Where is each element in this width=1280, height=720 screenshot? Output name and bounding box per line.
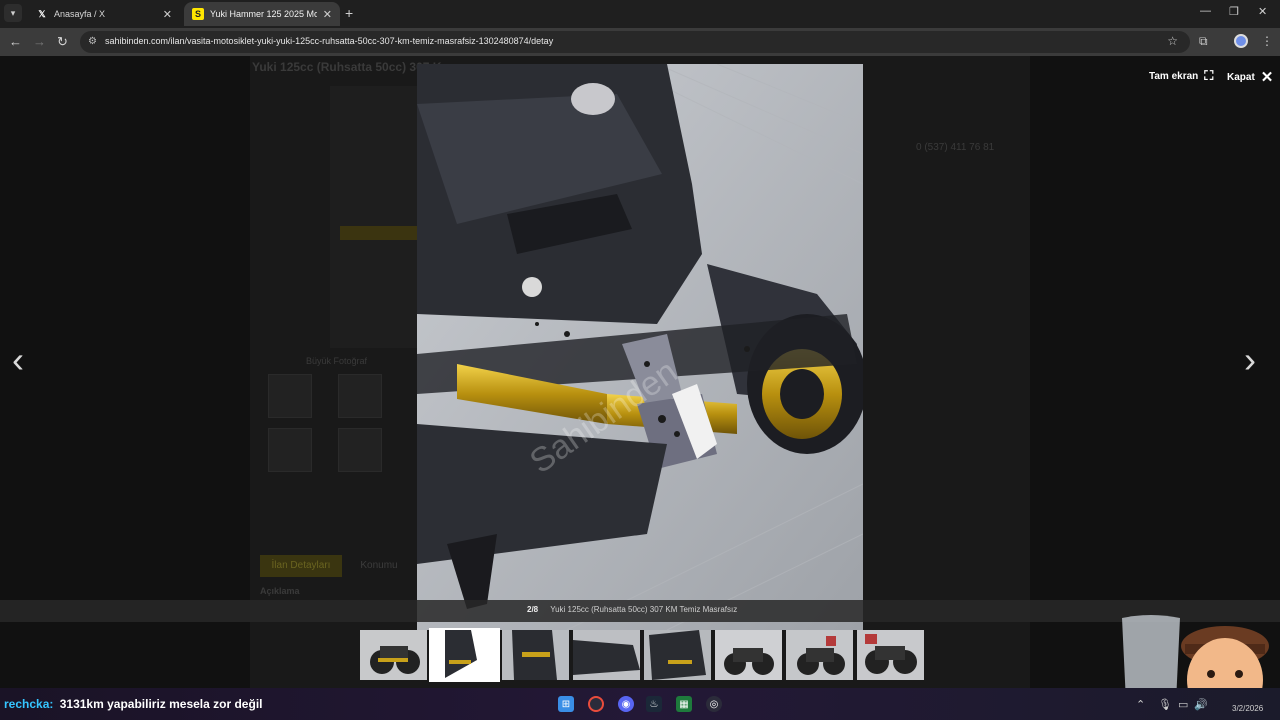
tab-twitter[interactable]: 𝕏 Anasayfa / X ✕ <box>28 2 180 26</box>
microphone-icon[interactable]: 🎙 <box>1158 698 1172 711</box>
sahibinden-logo-icon: S <box>192 8 204 20</box>
menu-icon[interactable]: ⋮ <box>1261 34 1273 48</box>
bookmark-star-icon[interactable]: ☆ <box>1167 34 1178 48</box>
chat-message: rechcka: 3131km yapabiliriz mesela zor d… <box>4 697 262 711</box>
close-icon: ✕ <box>1260 69 1274 86</box>
chrome-profile-icon[interactable]: ◎ <box>706 696 722 712</box>
tab-search-icon[interactable]: ▾ <box>4 4 22 22</box>
streamer-avatar <box>1181 626 1269 688</box>
glass-overlay-image <box>1122 615 1180 688</box>
site-info-icon[interactable]: ⚙ <box>88 36 100 48</box>
minimize-icon[interactable]: — <box>1200 5 1211 17</box>
start-menu-icon[interactable]: ⊞ <box>558 696 574 712</box>
photo-caption-text: Yuki 125cc (Ruhsatta 50cc) 307 KM Temiz … <box>550 605 738 614</box>
thumbnail[interactable] <box>360 630 427 680</box>
listing-thumbnail[interactable] <box>338 374 382 418</box>
page-viewport: Yuki 125cc (Ruhsatta 50cc) 307 Km... Büy… <box>0 56 1280 688</box>
tab-location[interactable]: Konumu <box>348 555 410 577</box>
browser-toolbar: ← → ↻ ⚙ sahibinden.com/ilan/vasita-motos… <box>0 28 1280 56</box>
back-icon[interactable]: ← <box>9 34 22 49</box>
excel-icon[interactable]: ▦ <box>676 696 692 712</box>
url-text: sahibinden.com/ilan/vasita-motosiklet-yu… <box>105 36 554 46</box>
restore-icon[interactable]: ❐ <box>1229 5 1239 18</box>
taskbar-date: 3/2/2026 <box>1232 704 1264 713</box>
browser-tab-bar: ▾ 𝕏 Anasayfa / X ✕ S Yuki Hammer 125 202… <box>0 0 1280 28</box>
listing-thumbnail[interactable] <box>268 428 312 472</box>
tray-expand-icon[interactable]: ⌃ <box>1136 698 1145 711</box>
next-photo-icon[interactable]: › <box>1244 339 1256 381</box>
description-heading: Açıklama <box>260 586 300 596</box>
chrome-icon[interactable] <box>588 696 604 712</box>
address-bar[interactable]: ⚙ sahibinden.com/ilan/vasita-motosiklet-… <box>80 31 1190 53</box>
motorcycle-photo-image: Sahibinden <box>417 64 863 630</box>
listing-main-photo <box>330 86 420 348</box>
close-label: Kapat <box>1227 71 1255 83</box>
reload-icon[interactable]: ↻ <box>57 34 68 50</box>
close-tab-icon[interactable]: ✕ <box>163 8 172 21</box>
close-lightbox-button[interactable]: Kapat ✕ <box>1227 68 1273 86</box>
listing-thumbnail[interactable] <box>268 374 312 418</box>
thumbnail-active[interactable] <box>429 628 500 682</box>
forward-icon[interactable]: → <box>33 34 46 49</box>
big-photo-link[interactable]: Büyük Fotoğraf <box>306 356 367 366</box>
thumbnail[interactable] <box>502 630 569 680</box>
thumbnail[interactable] <box>573 630 640 680</box>
fullscreen-icon: ⛶ <box>1204 68 1214 83</box>
thumbnail[interactable] <box>715 630 782 680</box>
thumbnail[interactable] <box>786 630 853 680</box>
display-icon[interactable]: ▭ <box>1178 698 1188 711</box>
new-tab-button[interactable]: + <box>345 5 353 21</box>
speaker-icon[interactable]: 🔊 <box>1194 698 1208 711</box>
discord-icon[interactable]: ◉ <box>618 696 634 712</box>
close-window-icon[interactable]: ✕ <box>1258 5 1267 18</box>
fullscreen-label: Tam ekran <box>1149 70 1199 82</box>
close-tab-icon[interactable]: ✕ <box>323 8 332 21</box>
fullscreen-button[interactable]: Tam ekran ⛶ <box>1149 68 1213 84</box>
taskbar: rechcka: 3131km yapabiliriz mesela zor d… <box>0 688 1280 720</box>
tab-title: Yuki Hammer 125 2025 Model <box>210 9 317 19</box>
chat-username: rechcka: <box>4 697 54 711</box>
profile-avatar[interactable] <box>1234 34 1248 48</box>
extensions-icon[interactable]: ⧉ <box>1199 34 1208 49</box>
tab-title: Anasayfa / X <box>54 9 106 19</box>
photo-counter: 2/8 <box>527 605 539 614</box>
thumbnail[interactable] <box>857 630 924 680</box>
photo-caption: 2/8 Yuki 125cc (Ruhsatta 50cc) 307 KM Te… <box>527 605 737 614</box>
seller-phone: 0 (537) 411 76 81 <box>916 142 995 153</box>
thumbnail[interactable] <box>644 630 711 680</box>
lightbox-photo[interactable]: Sahibinden <box>417 64 863 630</box>
tab-sahibinden[interactable]: S Yuki Hammer 125 2025 Model ✕ <box>184 2 340 26</box>
previous-photo-icon[interactable]: ‹ <box>12 339 24 381</box>
chat-text: 3131km yapabiliriz mesela zor değil <box>59 697 263 711</box>
tab-listing-details[interactable]: İlan Detayları <box>260 555 342 577</box>
steam-icon[interactable]: ♨ <box>646 696 662 712</box>
x-logo-icon: 𝕏 <box>38 8 46 19</box>
listing-thumbnail[interactable] <box>338 428 382 472</box>
